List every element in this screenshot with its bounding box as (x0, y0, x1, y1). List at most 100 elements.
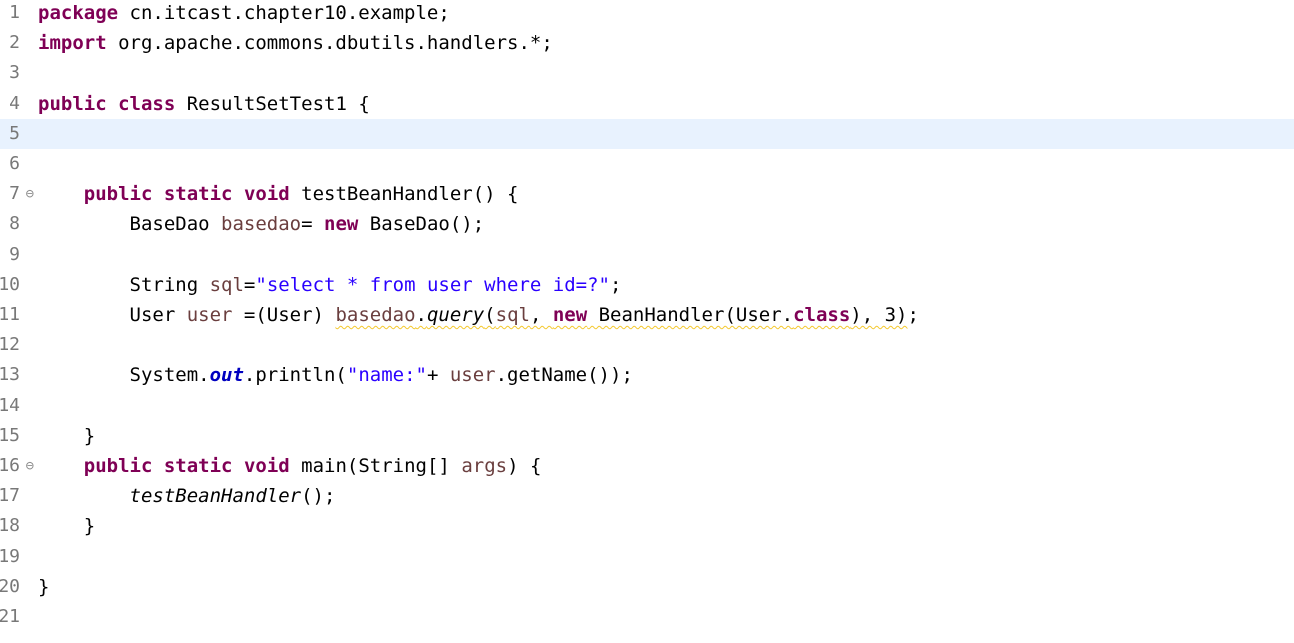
code-token: ResultSetTest1 { (175, 92, 370, 115)
code-line[interactable]: 6 (0, 149, 1294, 179)
keyword-token: class (793, 304, 851, 326)
code-text: import org.apache.commons.dbutils.handle… (38, 28, 553, 58)
code-token: + (426, 364, 450, 387)
line-number: 12 (0, 334, 20, 356)
line-number: 4 (9, 92, 20, 114)
code-text: public class ResultSetTest1 { (38, 89, 370, 119)
code-line[interactable]: 14 (0, 391, 1294, 421)
code-line[interactable]: 3 (0, 58, 1294, 88)
code-text: package cn.itcast.chapter10.example; (38, 0, 450, 28)
line-number: 21 (0, 606, 20, 627)
code-token: } (38, 575, 50, 598)
code-line[interactable]: 10 String sql="select * from user where … (0, 270, 1294, 300)
static-method-token: testBeanHandler (129, 485, 302, 508)
variable-token: user (449, 364, 496, 387)
code-token: ( (484, 304, 496, 326)
code-line[interactable]: 15 } (0, 421, 1294, 451)
line-gutter: 19 (0, 542, 34, 572)
code-line[interactable]: 12 (0, 330, 1294, 360)
line-number: 18 (0, 515, 20, 537)
code-token: ) { (507, 455, 542, 477)
fold-collapse-icon[interactable]: ⊖ (26, 179, 34, 209)
code-token: , (529, 304, 553, 326)
keyword-token: void (243, 183, 290, 206)
line-gutter: 1 (0, 0, 34, 28)
line-gutter: 12 (0, 330, 34, 360)
code-line[interactable]: 18 } (0, 511, 1294, 541)
line-gutter: 20 (0, 572, 34, 602)
line-number: 17 (0, 485, 20, 507)
code-token: = (243, 273, 256, 296)
line-gutter: 7 ⊖ (0, 179, 34, 209)
static-method-token: query (426, 304, 485, 326)
line-gutter: 15 (0, 421, 34, 451)
line-number: 19 (0, 545, 20, 567)
line-gutter: 21 (0, 602, 34, 632)
code-token: cn.itcast.chapter10.example; (118, 2, 450, 24)
code-line[interactable]: 8 BaseDao basedao= new BaseDao(); (0, 209, 1294, 239)
line-gutter: 4 (0, 89, 34, 119)
line-gutter: 6 (0, 149, 34, 179)
code-line[interactable]: 1 package cn.itcast.chapter10.example; (0, 0, 1294, 28)
code-text: public static void testBeanHandler() { (38, 179, 519, 209)
code-line[interactable]: 11 User user =(User) basedao.query(sql, … (0, 300, 1294, 330)
line-gutter: 10 (0, 270, 34, 300)
keyword-token: public (38, 92, 107, 115)
line-number: 13 (0, 364, 20, 386)
line-number: 10 (0, 273, 20, 295)
code-line[interactable]: 16 ⊖ public static void main(String[] arg… (0, 451, 1294, 481)
variable-token: args (461, 455, 508, 477)
line-number: 5 (9, 122, 20, 144)
code-line[interactable]: 2 import org.apache.commons.dbutils.handl… (0, 28, 1294, 58)
code-token: } (38, 515, 96, 538)
code-text: BaseDao basedao= new BaseDao(); (38, 209, 485, 239)
code-line[interactable]: 5 (0, 118, 1294, 149)
code-token: ; (907, 304, 919, 326)
code-token: .getName()); (495, 364, 633, 387)
line-number: 3 (9, 62, 20, 84)
code-line[interactable]: 21 (0, 602, 1294, 632)
code-text: } (38, 511, 95, 541)
string-token: "name:" (346, 364, 427, 387)
code-editor[interactable]: 1 package cn.itcast.chapter10.example; 2 im… (0, 0, 1294, 643)
code-text: public static void main(String[] args) { (38, 451, 542, 481)
code-line[interactable]: 17 testBeanHandler(); (0, 481, 1294, 511)
variable-token: sql (495, 304, 530, 326)
keyword-token: new (324, 213, 359, 236)
code-line[interactable]: 13 System.out.println("name:"+ user.getN… (0, 360, 1294, 390)
code-line[interactable]: 4 public class ResultSetTest1 { (0, 89, 1294, 119)
keyword-token: static (163, 183, 233, 206)
fold-collapse-icon[interactable]: ⊖ (26, 451, 34, 481)
line-number: 9 (9, 243, 20, 265)
line-number: 6 (9, 153, 20, 174)
code-token: System. (38, 364, 210, 387)
code-text: } (38, 572, 49, 602)
code-token: User (38, 304, 187, 326)
line-gutter: 8 (0, 209, 34, 239)
code-line[interactable]: 7 ⊖ public static void testBeanHandler() … (0, 179, 1294, 209)
line-gutter: 13 (0, 360, 34, 390)
code-line[interactable]: 20} (0, 572, 1294, 602)
variable-token: sql (209, 273, 244, 296)
code-line[interactable]: 9 (0, 240, 1294, 270)
keyword-token: public (83, 183, 153, 206)
line-number: 11 (0, 304, 20, 325)
code-line[interactable]: 19 (0, 542, 1294, 572)
keyword-token: package (38, 2, 119, 24)
code-token: = (301, 213, 324, 236)
code-token: . (415, 304, 427, 326)
code-token: ; (609, 273, 622, 296)
line-number: 8 (9, 213, 20, 235)
line-number: 20 (0, 575, 20, 597)
line-number: 14 (0, 394, 20, 416)
keyword-token: public (83, 455, 153, 477)
keyword-token: import (38, 32, 107, 55)
line-gutter: 17 (0, 481, 34, 511)
line-gutter: 11 (0, 300, 34, 330)
